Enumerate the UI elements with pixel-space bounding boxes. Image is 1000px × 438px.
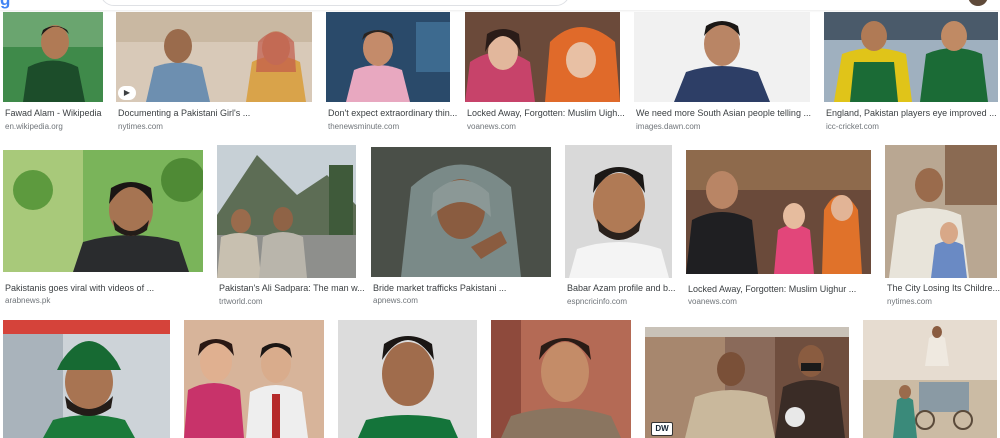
result-title[interactable]: Babar Azam profile and b... <box>567 283 684 293</box>
result-source: trtworld.com <box>219 297 263 306</box>
result-thumbnail[interactable] <box>824 12 998 102</box>
result-source: images.dawn.com <box>636 122 701 131</box>
result-source: arabnews.pk <box>5 296 51 305</box>
result-source: en.wikipedia.org <box>5 122 63 131</box>
google-logo[interactable]: g <box>0 0 60 9</box>
result-thumbnail[interactable] <box>371 147 551 277</box>
result-title[interactable]: Fawad Alam - Wikipedia <box>5 108 115 118</box>
result-title[interactable]: Pakistan's Ali Sadpara: The man w... <box>219 283 368 293</box>
result-thumbnail[interactable]: DW <box>645 327 849 438</box>
result-title[interactable]: Documenting a Pakistani Girl's ... <box>118 108 324 118</box>
result-title[interactable]: Pakistanis goes viral with videos of ... <box>5 283 215 293</box>
result-thumbnail[interactable] <box>634 12 810 102</box>
result-source: apnews.com <box>373 296 418 305</box>
result-thumbnail[interactable] <box>217 145 356 278</box>
play-icon: ▶ <box>118 86 136 100</box>
result-thumbnail[interactable] <box>184 320 324 438</box>
avatar[interactable] <box>968 0 988 6</box>
result-thumbnail[interactable] <box>863 320 997 438</box>
result-title[interactable]: Locked Away, Forgotten: Muslim Uigh... <box>467 108 632 118</box>
result-source: voanews.com <box>467 122 516 131</box>
result-title[interactable]: Locked Away, Forgotten: Muslim Uighur ..… <box>688 284 883 294</box>
result-thumbnail[interactable] <box>686 150 871 274</box>
result-title[interactable]: England, Pakistan players eye improved .… <box>826 108 1000 118</box>
result-thumbnail[interactable] <box>3 12 103 102</box>
result-title[interactable]: The City Losing Its Childre... <box>887 283 1000 293</box>
result-source: voanews.com <box>688 297 737 306</box>
search-input[interactable] <box>100 0 570 6</box>
result-source: nytimes.com <box>887 297 932 306</box>
result-source: icc-cricket.com <box>826 122 879 131</box>
result-thumbnail[interactable] <box>3 320 170 438</box>
result-source: espncricinfo.com <box>567 297 628 306</box>
dw-logo: DW <box>651 422 673 436</box>
result-thumbnail[interactable] <box>885 145 997 278</box>
result-title[interactable]: Bride market trafficks Pakistani ... <box>373 283 563 293</box>
result-thumbnail[interactable] <box>565 145 672 278</box>
result-thumbnail[interactable] <box>3 150 203 272</box>
result-thumbnail[interactable]: ▶ <box>116 12 312 102</box>
result-title[interactable]: Don't expect extraordinary thin... <box>328 108 462 118</box>
result-thumbnail[interactable] <box>491 320 631 438</box>
result-thumbnail[interactable] <box>326 12 450 102</box>
result-thumbnail[interactable] <box>338 320 477 438</box>
result-source: nytimes.com <box>118 122 163 131</box>
result-title[interactable]: We need more South Asian people telling … <box>636 108 822 118</box>
result-thumbnail[interactable] <box>465 12 620 102</box>
result-source: thenewsminute.com <box>328 122 400 131</box>
top-bar: g <box>0 0 1000 10</box>
